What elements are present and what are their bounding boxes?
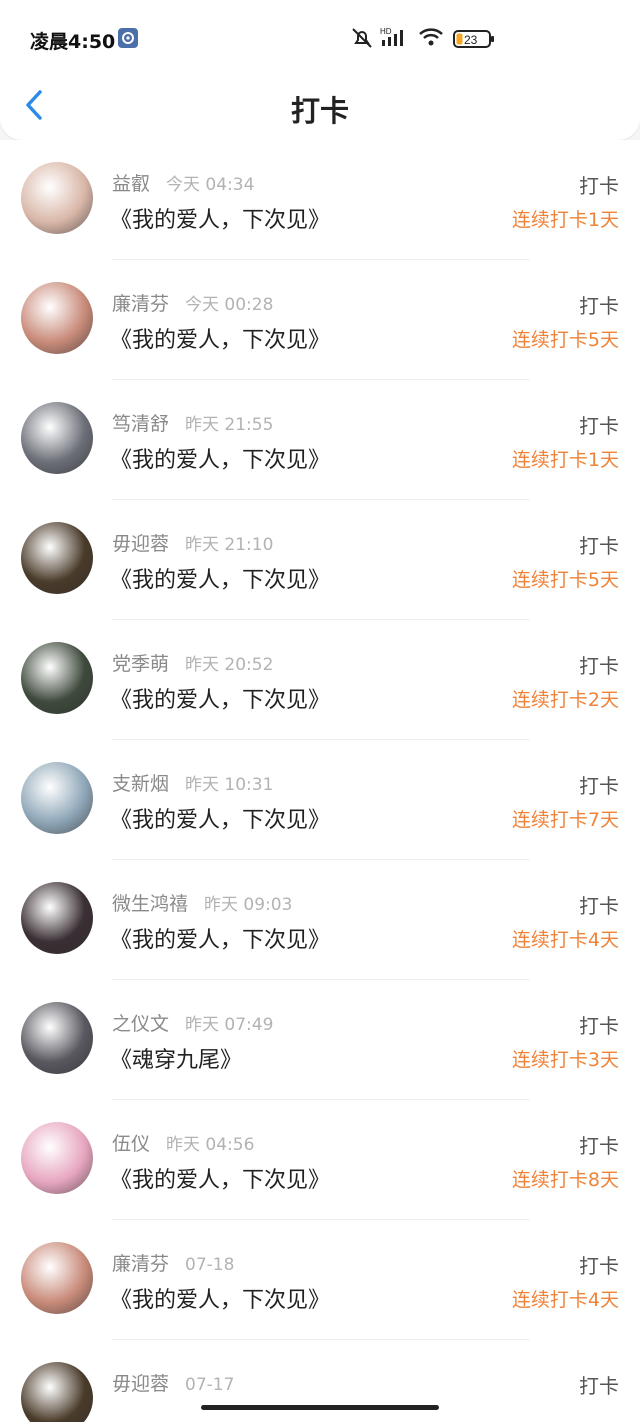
avatar[interactable] xyxy=(21,1362,93,1422)
timestamp: 昨天 21:55 xyxy=(185,415,274,435)
user-name: 党季萌 昨天 20:52 xyxy=(112,649,273,676)
checkin-button[interactable]: 打卡 xyxy=(579,410,619,439)
user-name-text: 党季萌 xyxy=(112,653,170,675)
gear-icon xyxy=(118,28,138,48)
checkin-button[interactable]: 打卡 xyxy=(579,1370,619,1399)
page-title: 打卡 xyxy=(290,94,349,128)
user-name: 之仪文 昨天 07:49 xyxy=(112,1009,273,1036)
battery-icon: 23 xyxy=(453,29,495,53)
avatar[interactable] xyxy=(21,1122,93,1194)
status-bar: 凌晨4:50 HD 23 xyxy=(0,0,640,76)
checkin-button[interactable]: 打卡 xyxy=(579,1250,619,1279)
book-title[interactable]: 《我的爱人，下次见》 xyxy=(110,1282,330,1314)
book-title[interactable]: 《我的爱人，下次见》 xyxy=(110,682,330,714)
timestamp: 昨天 07:49 xyxy=(185,1015,274,1035)
timestamp: 今天 04:34 xyxy=(166,175,255,195)
checkin-button[interactable]: 打卡 xyxy=(579,530,619,559)
list-item[interactable]: 笃清舒 昨天 21:55 《我的爱人，下次见》 打卡连续打卡1天 xyxy=(0,380,640,500)
timestamp: 昨天 09:03 xyxy=(204,895,293,915)
user-name: 支新烟 昨天 10:31 xyxy=(112,769,273,796)
book-title[interactable]: 《我的爱人，下次见》 xyxy=(110,802,330,834)
battery-level: 23 xyxy=(464,33,478,47)
streak-badge: 连续打卡1天 xyxy=(511,209,619,231)
avatar[interactable] xyxy=(21,882,93,954)
list-item[interactable]: 微生鸿禧 昨天 09:03 《我的爱人，下次见》 打卡连续打卡4天 xyxy=(0,860,640,980)
avatar[interactable] xyxy=(21,402,93,474)
avatar[interactable] xyxy=(21,522,93,594)
user-name: 廉清芬 今天 00:28 xyxy=(112,289,273,316)
book-title[interactable]: 《我的爱人，下次见》 xyxy=(110,202,330,234)
home-indicator[interactable] xyxy=(201,1405,439,1410)
timestamp: 昨天 20:52 xyxy=(185,655,274,675)
checkin-button[interactable]: 打卡 xyxy=(579,650,619,679)
checkin-button[interactable]: 打卡 xyxy=(579,290,619,319)
streak-badge: 连续打卡4天 xyxy=(511,1289,619,1311)
checkin-button[interactable]: 打卡 xyxy=(579,1130,619,1159)
user-name-text: 廉清芬 xyxy=(112,1253,170,1275)
book-title[interactable]: 《魂穿九尾》 xyxy=(110,1042,242,1074)
avatar[interactable] xyxy=(21,282,93,354)
network-label: HD xyxy=(380,27,392,36)
list-item[interactable]: 毋迎蓉 昨天 21:10 《我的爱人，下次见》 打卡连续打卡5天 xyxy=(0,500,640,620)
book-title[interactable]: 《我的爱人，下次见》 xyxy=(110,442,330,474)
avatar[interactable] xyxy=(21,1002,93,1074)
list-item[interactable]: 之仪文 昨天 07:49 《魂穿九尾》 打卡连续打卡3天 xyxy=(0,980,640,1100)
avatar[interactable] xyxy=(21,1242,93,1314)
user-name: 廉清芬 07-18 xyxy=(112,1249,234,1276)
user-name-text: 益叡 xyxy=(112,173,151,195)
user-name: 毋迎蓉 昨天 21:10 xyxy=(112,529,273,556)
checkin-list: 益叡 今天 04:34 《我的爱人，下次见》 打卡 连续打卡1天 廉清芬 今天 00:28 《… xyxy=(0,140,640,1422)
status-time: 凌晨4:50 xyxy=(30,31,116,53)
user-name-text: 廉清芬 xyxy=(112,293,170,315)
user-name: 毋迎蓉 07-17 xyxy=(112,1369,234,1396)
checkin-button[interactable]: 打卡 xyxy=(579,890,619,919)
checkin-button[interactable]: 打卡 xyxy=(579,1010,619,1039)
streak-badge: 连续打卡1天 xyxy=(511,449,619,471)
avatar[interactable] xyxy=(21,762,93,834)
user-name: 笃清舒 昨天 21:55 xyxy=(112,409,273,436)
user-name-text: 之仪文 xyxy=(112,1013,170,1035)
timestamp: 昨天 04:56 xyxy=(166,1135,255,1155)
timestamp: 今天 00:28 xyxy=(185,295,274,315)
user-name-text: 毋迎蓉 xyxy=(112,533,170,555)
list-item[interactable]: 益叡 今天 04:34 《我的爱人，下次见》 打卡连续打卡1天 xyxy=(0,140,640,260)
wifi-icon xyxy=(418,27,444,51)
user-name-text: 支新烟 xyxy=(112,773,170,795)
book-title[interactable]: 《我的爱人，下次见》 xyxy=(110,922,330,954)
timestamp: 07-17 xyxy=(185,1375,235,1395)
checkin-button[interactable]: 打卡 xyxy=(579,170,619,199)
user-name-text: 伍仪 xyxy=(112,1133,151,1155)
list-item[interactable]: 廉清芬 今天 00:28 《我的爱人，下次见》 打卡连续打卡5天 xyxy=(0,260,640,380)
streak-badge: 连续打卡4天 xyxy=(511,929,619,951)
bell-off-icon xyxy=(350,26,374,54)
user-name-text: 微生鸿禧 xyxy=(112,893,189,915)
user-name-text: 毋迎蓉 xyxy=(112,1373,170,1395)
timestamp: 07-18 xyxy=(185,1255,235,1275)
book-title[interactable]: 《我的爱人，下次见》 xyxy=(110,322,330,354)
user-name: 微生鸿禧 昨天 09:03 xyxy=(112,889,292,916)
streak-badge: 连续打卡2天 xyxy=(511,689,619,711)
timestamp: 昨天 10:31 xyxy=(185,775,274,795)
list-item[interactable]: 支新烟 昨天 10:31 《我的爱人，下次见》 打卡连续打卡7天 xyxy=(0,740,640,860)
avatar[interactable] xyxy=(21,642,93,714)
list-item[interactable]: 党季萌 昨天 20:52 《我的爱人，下次见》 打卡连续打卡2天 xyxy=(0,620,640,740)
book-title[interactable]: 《我的爱人，下次见》 xyxy=(110,1162,330,1194)
streak-badge: 连续打卡5天 xyxy=(511,569,619,591)
signal-icon: HD xyxy=(380,26,410,52)
list-item[interactable]: 伍仪 昨天 04:56 《我的爱人，下次见》 打卡连续打卡8天 xyxy=(0,1100,640,1220)
streak-badge: 连续打卡7天 xyxy=(511,809,619,831)
streak-badge: 连续打卡5天 xyxy=(511,329,619,351)
user-name-text: 笃清舒 xyxy=(112,413,170,435)
user-name: 伍仪 昨天 04:56 xyxy=(112,1129,254,1156)
streak-badge: 连续打卡8天 xyxy=(511,1169,619,1191)
book-title[interactable]: 《我的爱人，下次见》 xyxy=(110,562,330,594)
avatar[interactable] xyxy=(21,162,93,234)
header: 打卡 xyxy=(0,70,640,140)
timestamp: 昨天 21:10 xyxy=(185,535,274,555)
user-name: 益叡 今天 04:34 xyxy=(112,169,254,196)
checkin-button[interactable]: 打卡 xyxy=(579,770,619,799)
streak-badge: 连续打卡3天 xyxy=(511,1049,619,1071)
list-item[interactable]: 廉清芬 07-18 《我的爱人，下次见》 打卡连续打卡4天 xyxy=(0,1220,640,1340)
